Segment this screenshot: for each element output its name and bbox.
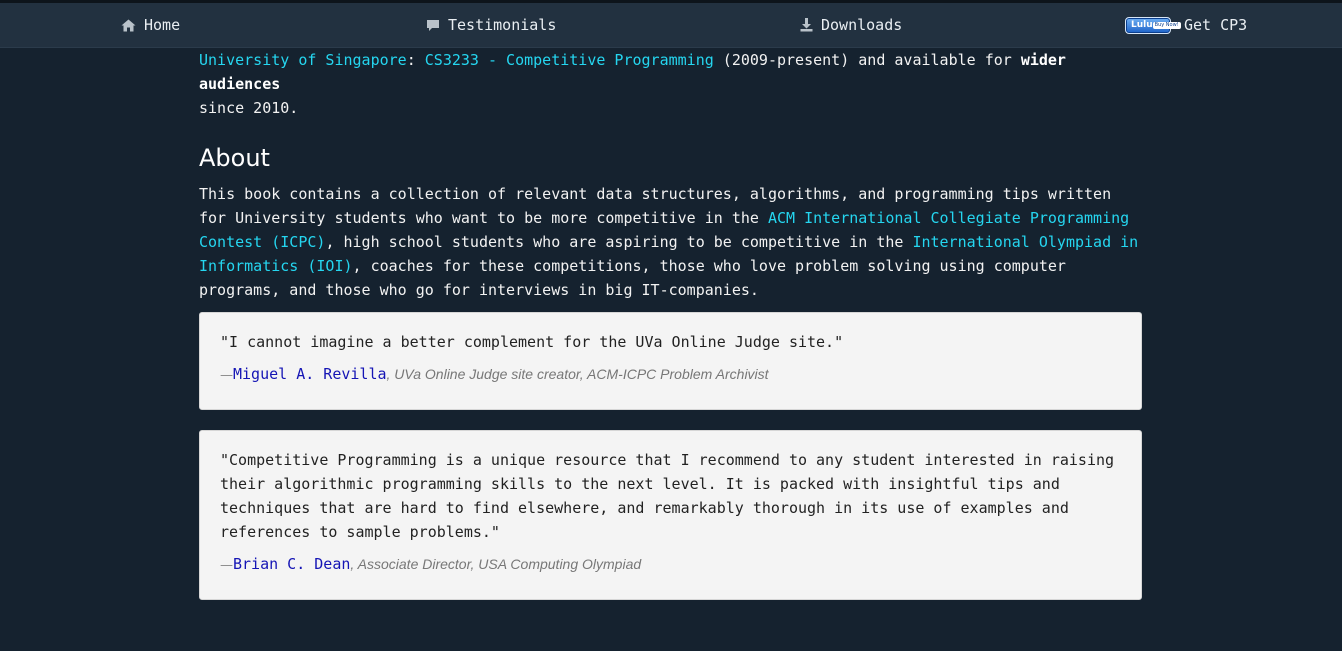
main-content: University of Singapore: CS3233 - Compet… xyxy=(199,48,1144,600)
intro-colon: : xyxy=(406,51,425,69)
nav-get-cp3-link[interactable]: Lulu Buy Now! Get CP3 xyxy=(1125,3,1247,47)
lulu-buy-now-badge[interactable]: Lulu Buy Now! xyxy=(1125,16,1181,34)
home-icon xyxy=(121,19,136,32)
nus-link[interactable]: University of Singapore xyxy=(199,51,407,69)
testimonial-card: "Competitive Programming is a unique res… xyxy=(199,430,1142,600)
intro-text-1: (2009-present) and available for xyxy=(713,51,1021,69)
attribution-dash: — xyxy=(220,558,233,573)
intro-text-2: since 2010. xyxy=(199,99,299,117)
testimonial-attribution: —Miguel A. Revilla, UVa Online Judge sit… xyxy=(220,364,1121,386)
testimonial-quote: "I cannot imagine a better complement fo… xyxy=(220,333,844,351)
author-role: , UVa Online Judge site creator, ACM-ICP… xyxy=(386,366,769,382)
author-link[interactable]: Brian C. Dean xyxy=(233,555,350,573)
nav-home-label: Home xyxy=(144,16,181,34)
testimonial-card: "I cannot imagine a better complement fo… xyxy=(199,312,1142,410)
cs3233-link[interactable]: CS3233 - Competitive Programming xyxy=(425,51,714,69)
download-icon xyxy=(800,18,813,32)
intro-paragraph: University of Singapore: CS3233 - Compet… xyxy=(199,48,1144,120)
attribution-dash: — xyxy=(220,368,233,383)
about-paragraph: This book contains a collection of relev… xyxy=(199,182,1144,302)
nav-get-cp3-label: Get CP3 xyxy=(1184,16,1248,34)
about-text-2: , high school students who are aspiring … xyxy=(325,233,913,251)
nav-testimonials-label: Testimonials xyxy=(448,16,557,34)
testimonial-quote: "Competitive Programming is a unique res… xyxy=(220,451,1115,541)
buy-now-tag: Buy Now! xyxy=(1152,21,1181,29)
nav-downloads-link[interactable]: Downloads xyxy=(800,3,902,47)
nav-downloads-label: Downloads xyxy=(821,16,903,34)
nav-home-link[interactable]: Home xyxy=(121,3,180,47)
nav-testimonials-link[interactable]: Testimonials xyxy=(426,3,556,47)
top-navbar: Home Testimonials Downloads Lulu Buy Now… xyxy=(0,3,1342,48)
testimonial-attribution: —Brian C. Dean, Associate Director, USA … xyxy=(220,554,1121,576)
author-role: , Associate Director, USA Computing Olym… xyxy=(350,556,642,572)
about-heading: About xyxy=(199,144,270,172)
author-link[interactable]: Miguel A. Revilla xyxy=(233,365,387,383)
comment-icon xyxy=(426,19,440,32)
lulu-logo: Lulu xyxy=(1131,20,1153,30)
